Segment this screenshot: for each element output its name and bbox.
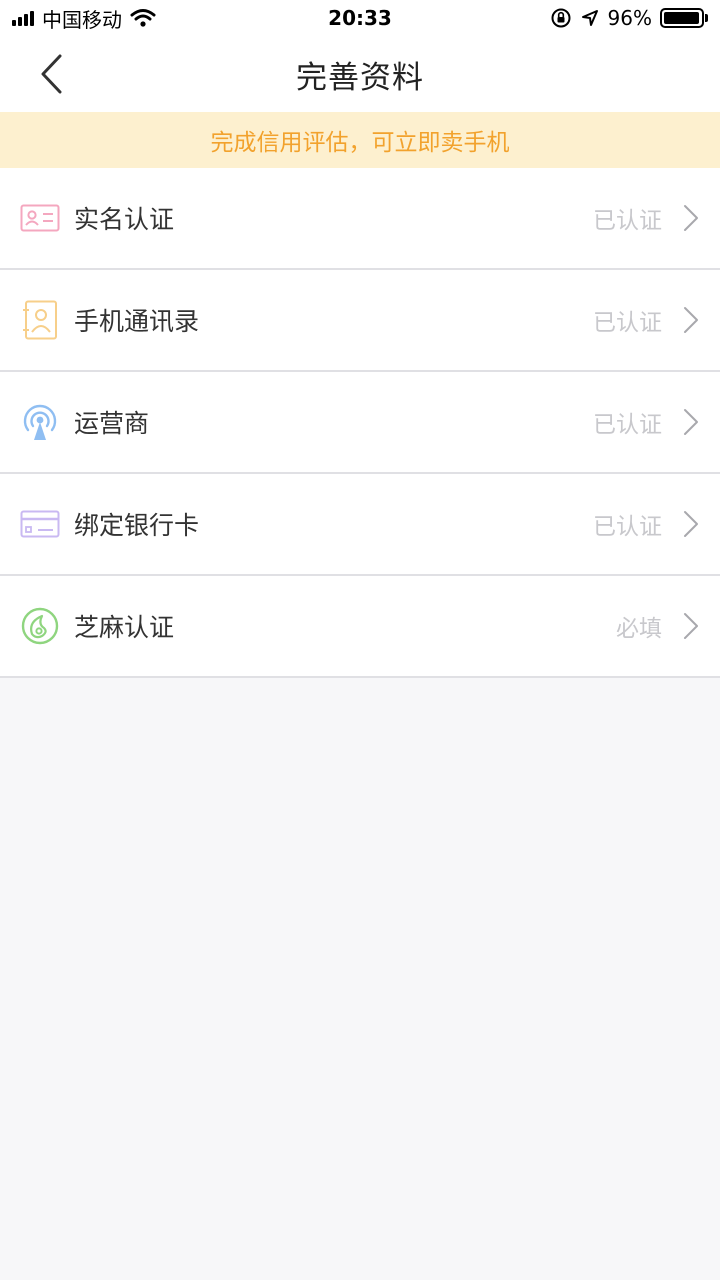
list-item-carrier[interactable]: 运营商 已认证 — [0, 372, 720, 474]
chevron-right-icon — [682, 407, 700, 437]
status-bar: 中国移动 20:33 96% — [0, 0, 720, 36]
signal-tower-icon — [20, 402, 60, 442]
item-status: 已认证 — [593, 208, 662, 234]
sesame-icon — [20, 606, 60, 646]
orientation-lock-icon — [551, 8, 571, 28]
page-title: 完善资料 — [296, 59, 424, 96]
cellular-signal-icon — [12, 10, 34, 26]
list-item-sesame[interactable]: 芝麻认证 必填 — [0, 576, 720, 678]
back-button[interactable] — [30, 50, 74, 98]
item-label: 实名认证 — [74, 205, 175, 234]
carrier-name: 中国移动 — [42, 7, 122, 32]
battery-icon — [660, 8, 708, 28]
verification-list: 实名认证 已认证 手机通讯录 已认证 运营商 已认证 绑定银行卡 已认证 芝麻认… — [0, 168, 720, 678]
list-item-bank-card[interactable]: 绑定银行卡 已认证 — [0, 474, 720, 576]
item-status: 必填 — [616, 616, 662, 642]
chevron-right-icon — [682, 509, 700, 539]
battery-percent: 96% — [607, 6, 652, 30]
navigation-bar: 完善资料 — [0, 36, 720, 112]
item-label: 绑定银行卡 — [74, 511, 200, 540]
banner-text: 完成信用评估，可立即卖手机 — [210, 130, 510, 156]
chevron-right-icon — [682, 305, 700, 335]
item-label: 手机通讯录 — [74, 307, 200, 336]
item-label: 运营商 — [74, 409, 150, 438]
contacts-book-icon — [20, 300, 60, 340]
item-status: 已认证 — [593, 412, 662, 438]
item-status: 已认证 — [593, 514, 662, 540]
wifi-icon — [130, 9, 156, 27]
chevron-right-icon — [682, 611, 700, 641]
chevron-left-icon — [41, 54, 62, 94]
id-card-icon — [20, 198, 60, 238]
item-status: 已认证 — [593, 310, 662, 336]
location-arrow-icon — [581, 10, 598, 26]
credit-banner: 完成信用评估，可立即卖手机 — [0, 112, 720, 168]
list-item-real-name[interactable]: 实名认证 已认证 — [0, 168, 720, 270]
chevron-right-icon — [682, 203, 700, 233]
list-item-contacts[interactable]: 手机通讯录 已认证 — [0, 270, 720, 372]
item-label: 芝麻认证 — [74, 613, 175, 642]
bank-card-icon — [20, 504, 60, 544]
